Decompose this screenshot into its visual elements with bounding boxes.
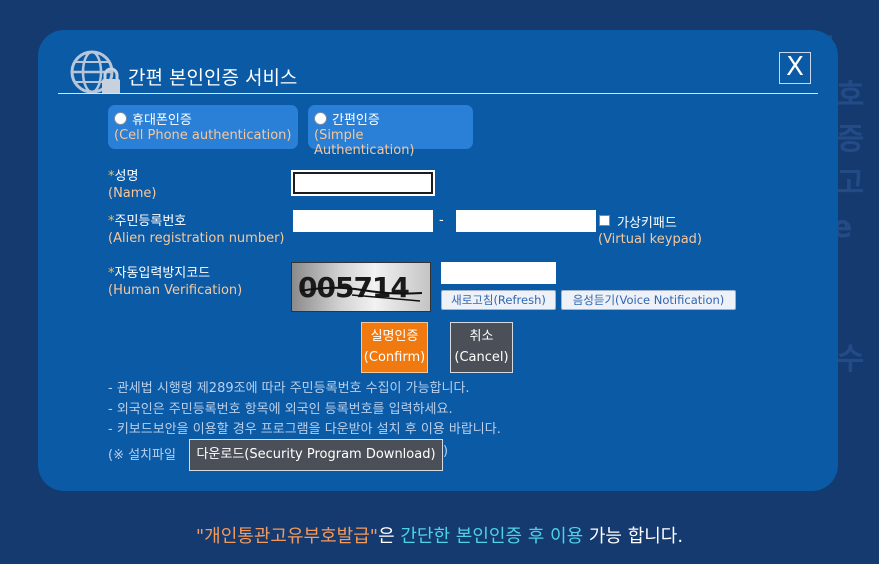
- install-suffix: ): [443, 444, 449, 459]
- tab-sublabel: (Cell Phone authentication): [114, 128, 292, 143]
- notes: - 관세법 시행령 제289조에 따라 주민등록번호 수집이 가능합니다. - …: [108, 379, 501, 441]
- voice-button[interactable]: 음성듣기(Voice Notification): [561, 290, 736, 310]
- tab-label: 간편인증: [332, 113, 380, 128]
- close-button[interactable]: X: [779, 52, 811, 84]
- tab-sublabel: (Simple Authentication): [314, 128, 415, 158]
- captcha-input[interactable]: [441, 262, 556, 284]
- tab-cell-phone[interactable]: 휴대폰인증 (Cell Phone authentication): [108, 105, 298, 149]
- captcha-image: 005714: [291, 262, 431, 312]
- note-item: - 관세법 시행령 제289조에 따라 주민등록번호 수집이 가능합니다.: [108, 381, 470, 396]
- registration-label: *주민등록번호 (Alien registration number): [108, 214, 285, 246]
- radio-icon[interactable]: [314, 112, 327, 125]
- radio-icon[interactable]: [114, 112, 127, 125]
- registration-dash: -: [439, 213, 444, 228]
- footer-message: "개인통관고유부호발급"은 간단한 본인인증 후 이용 가능 합니다.: [195, 526, 684, 547]
- globe-lock-icon: [70, 50, 120, 94]
- virtual-keypad-checkbox[interactable]: [599, 215, 610, 226]
- modal-title: 간편 본인인증 서비스: [128, 67, 298, 89]
- confirm-button[interactable]: 실명인증 (Confirm): [361, 322, 428, 373]
- note-item: - 키보드보안을 이용할 경우 프로그램을 다운받아 설치 후 이용 바랍니다.: [108, 422, 501, 437]
- refresh-button[interactable]: 새로고침(Refresh): [441, 290, 556, 310]
- registration-first-input[interactable]: [293, 210, 433, 232]
- auth-modal: 간편 본인인증 서비스 X 휴대폰인증 (Cell Phone authenti…: [38, 30, 838, 491]
- tab-label: 휴대폰인증: [132, 113, 192, 128]
- captcha-label: *자동입력방지코드 (Human Verification): [108, 266, 243, 298]
- download-button[interactable]: 다운로드(Security Program Download): [189, 439, 443, 471]
- title-divider: [58, 93, 818, 94]
- name-input[interactable]: [293, 172, 433, 194]
- captcha-graphic: 005714: [298, 271, 423, 304]
- note-item: - 외국인은 주민등록번호 항목에 외국인 등록번호를 입력하세요.: [108, 401, 453, 417]
- install-prefix: (※ 설치파일: [108, 448, 176, 463]
- cancel-button[interactable]: 취소 (Cancel): [450, 322, 513, 373]
- tab-simple-auth[interactable]: 간편인증 (Simple Authentication): [308, 105, 473, 158]
- virtual-keypad-label: 가상키패드: [617, 216, 677, 231]
- virtual-keypad-sublabel: (Virtual keypad): [598, 232, 702, 247]
- name-label: *성명 (Name): [108, 169, 157, 201]
- registration-second-input[interactable]: [456, 210, 596, 232]
